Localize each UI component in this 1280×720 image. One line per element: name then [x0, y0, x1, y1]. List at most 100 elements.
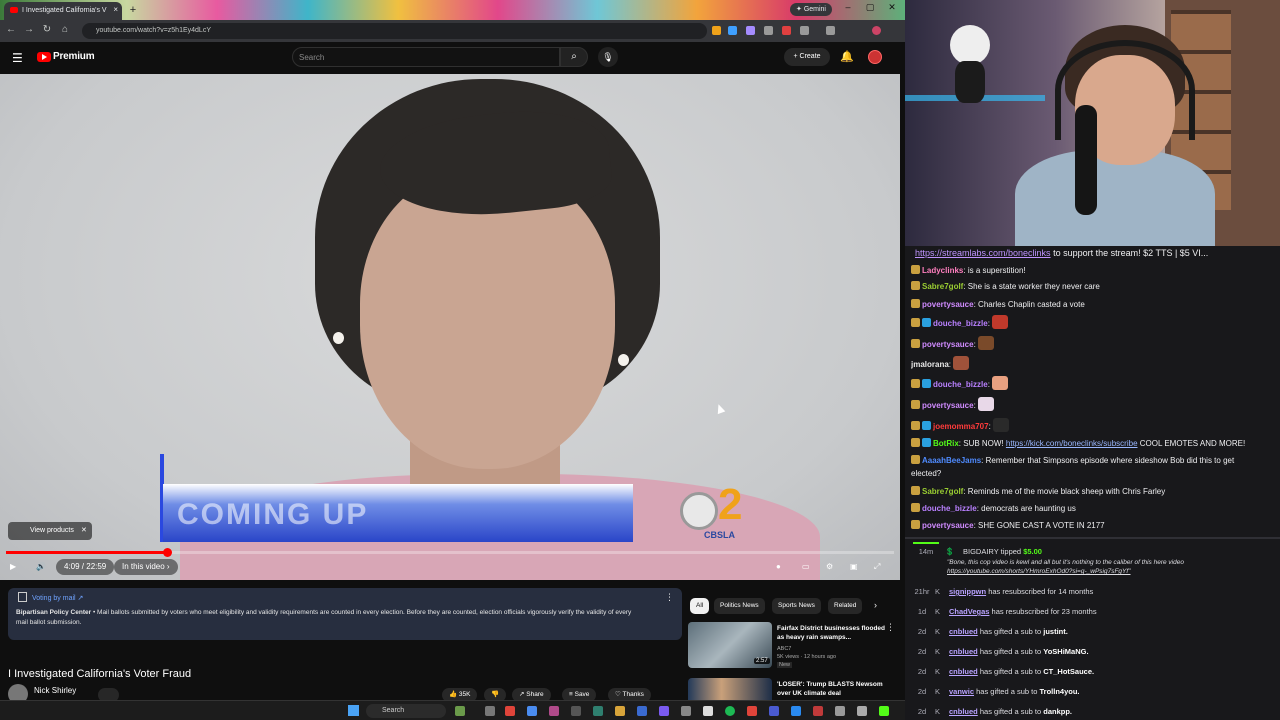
- recommendation-item[interactable]: 'LOSER': Trump BLASTS Newsom over UK cli…: [688, 678, 903, 700]
- chat-username[interactable]: douche_bizzle: [933, 380, 988, 389]
- taskbar-app-icon[interactable]: [485, 706, 495, 716]
- event-user[interactable]: cnblued: [949, 667, 978, 676]
- taskbar-app-icon[interactable]: [857, 706, 867, 716]
- channel-name[interactable]: Nick Shirley: [34, 686, 76, 695]
- chat-username[interactable]: jmalorana: [911, 360, 949, 369]
- subtitles-icon[interactable]: ▭: [802, 559, 810, 575]
- extension-icon[interactable]: [728, 26, 737, 35]
- windows-start-icon[interactable]: [348, 705, 359, 716]
- taskbar-app-icon[interactable]: [549, 706, 559, 716]
- extension-icon[interactable]: [746, 26, 755, 35]
- event-user[interactable]: cnblued: [949, 707, 978, 716]
- maximize-icon[interactable]: ▢: [862, 2, 878, 13]
- chip-sports-news[interactable]: Sports News: [772, 598, 821, 614]
- taskbar-app-icon[interactable]: [659, 706, 669, 716]
- chat-username[interactable]: Sabre7golf: [922, 282, 963, 291]
- taskbar-app-icon[interactable]: [703, 706, 713, 716]
- voice-search-button[interactable]: 🎙: [598, 47, 618, 67]
- event-target[interactable]: Trolln4you.: [1040, 687, 1080, 696]
- profile-avatar[interactable]: [872, 26, 881, 35]
- kick-icon[interactable]: [879, 706, 889, 716]
- gemini-button[interactable]: ✦ Gemini: [790, 3, 832, 16]
- forward-icon[interactable]: →: [22, 24, 36, 35]
- chat-link[interactable]: https://kick.com/boneclinks/subscribe: [1006, 439, 1138, 448]
- url-field[interactable]: youtube.com/watch?v=z5h1Ey4dLcY: [82, 23, 707, 39]
- search-button[interactable]: ⌕: [560, 47, 588, 67]
- pinned-link[interactable]: https://streamlabs.com/boneclinks: [915, 248, 1051, 258]
- chat-username[interactable]: Ladyclinks: [922, 266, 963, 275]
- chip-related[interactable]: Related: [828, 598, 863, 614]
- taskbar-app-icon[interactable]: [455, 706, 465, 716]
- notifications-bell-icon[interactable]: 🔔: [840, 50, 854, 63]
- youtube-logo-icon[interactable]: [37, 52, 51, 62]
- chat-username[interactable]: douche_bizzle: [922, 504, 977, 513]
- back-icon[interactable]: ←: [4, 24, 18, 35]
- chat-username[interactable]: Sabre7golf: [922, 487, 963, 496]
- chip-all[interactable]: All: [690, 598, 710, 614]
- extension-icon[interactable]: [764, 26, 773, 35]
- chat-username[interactable]: AaaahBeeJams: [922, 456, 981, 465]
- close-icon[interactable]: ✕: [81, 522, 87, 540]
- scrubber-handle[interactable]: [162, 548, 172, 557]
- more-options-icon[interactable]: ⋮: [665, 592, 674, 603]
- browser-tab[interactable]: I Investigated California's V ×: [4, 2, 122, 20]
- chat-username[interactable]: povertysauce: [922, 401, 974, 410]
- taskbar-app-icon[interactable]: [681, 706, 691, 716]
- info-panel-source[interactable]: Bipartisan Policy Center: [16, 609, 91, 616]
- info-panel-title[interactable]: Voting by mail ↗: [32, 594, 83, 602]
- event-target[interactable]: YoSHiMaNG.: [1043, 647, 1088, 656]
- fullscreen-icon[interactable]: ⤢: [874, 559, 880, 575]
- account-avatar[interactable]: [868, 50, 882, 64]
- volume-icon[interactable]: 🔊: [36, 559, 46, 575]
- settings-gear-icon[interactable]: ⚙: [826, 559, 833, 575]
- chevron-right-icon[interactable]: ›: [874, 600, 877, 610]
- taskbar-app-icon[interactable]: [813, 706, 823, 716]
- autoplay-toggle-icon[interactable]: ●: [776, 559, 781, 575]
- more-options-icon[interactable]: ⋮: [886, 622, 895, 633]
- chat-username[interactable]: joemomma707: [933, 422, 989, 431]
- taskbar-app-icon[interactable]: [637, 706, 647, 716]
- taskbar-app-icon[interactable]: [615, 706, 625, 716]
- chapter-button[interactable]: In this video ›: [114, 559, 178, 575]
- youtube-premium-logo[interactable]: Premium: [53, 51, 95, 62]
- event-user[interactable]: cnblued: [949, 647, 978, 656]
- taskbar-app-icon[interactable]: [505, 706, 515, 716]
- event-target[interactable]: dankpp.: [1043, 707, 1072, 716]
- reload-icon[interactable]: ↻: [40, 24, 54, 35]
- taskbar-app-icon[interactable]: [527, 706, 537, 716]
- chat-username[interactable]: BotRix: [933, 439, 959, 448]
- extensions-puzzle-icon[interactable]: [800, 26, 809, 35]
- recommendation-item[interactable]: 2:57 Fairfax District businesses flooded…: [688, 622, 903, 668]
- create-button[interactable]: + Create: [784, 48, 830, 66]
- chat-username[interactable]: douche_bizzle: [933, 319, 988, 328]
- home-icon[interactable]: ⌂: [58, 24, 72, 35]
- sidepanel-icon[interactable]: [826, 26, 835, 35]
- event-user[interactable]: ChadVegas: [949, 607, 989, 616]
- chat-username[interactable]: povertysauce: [922, 300, 974, 309]
- event-user[interactable]: cnblued: [949, 627, 978, 636]
- tip-link[interactable]: https://youtube.com/shorts/YHmroExhOd0?s…: [947, 566, 1280, 578]
- minimize-icon[interactable]: –: [840, 2, 856, 12]
- extension-icon[interactable]: [782, 26, 791, 35]
- spotify-icon[interactable]: [725, 706, 735, 716]
- taskbar-app-icon[interactable]: [791, 706, 801, 716]
- chat-username[interactable]: povertysauce: [922, 521, 974, 530]
- extension-icon[interactable]: [712, 26, 721, 35]
- event-target[interactable]: CT_HotSauce.: [1043, 667, 1094, 676]
- close-tab-icon[interactable]: ×: [113, 5, 118, 14]
- taskbar-search[interactable]: Search: [366, 704, 446, 718]
- progress-bar[interactable]: [6, 548, 894, 557]
- menu-icon[interactable]: ☰: [12, 51, 23, 65]
- event-user[interactable]: vanwic: [949, 687, 974, 696]
- video-player[interactable]: COMING UP 2 CBSLA View products ✕ ▶ 🔊 4:…: [0, 74, 900, 580]
- event-user[interactable]: signippwn: [949, 587, 986, 596]
- chip-politics-news[interactable]: Politics News: [714, 598, 765, 614]
- play-icon[interactable]: ▶: [10, 559, 16, 575]
- taskbar-app-icon[interactable]: [593, 706, 603, 716]
- taskbar-app-icon[interactable]: [769, 706, 779, 716]
- event-target[interactable]: justint.: [1043, 627, 1068, 636]
- taskbar-app-icon[interactable]: [571, 706, 581, 716]
- miniplayer-icon[interactable]: ▣: [850, 559, 858, 575]
- chat-username[interactable]: povertysauce: [922, 340, 974, 349]
- new-tab-button[interactable]: +: [126, 3, 140, 17]
